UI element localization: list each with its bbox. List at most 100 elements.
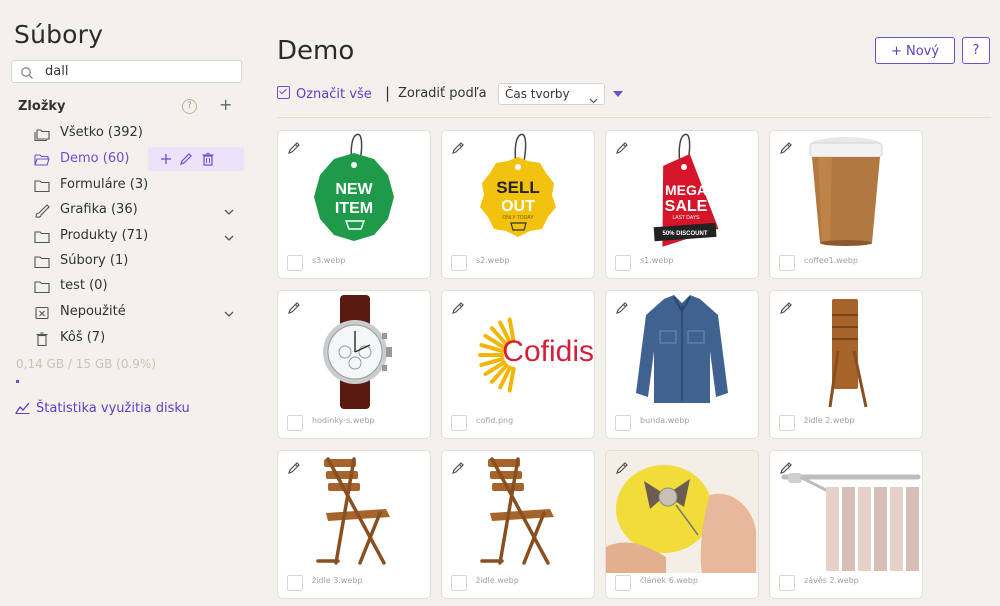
- sort-select[interactable]: Čas tvorby: [498, 83, 605, 105]
- thumb-text: 50% DISCOUNT: [662, 231, 707, 237]
- folder-item[interactable]: Súbory (1): [34, 249, 244, 273]
- thumb-text: Cofidis: [502, 335, 594, 368]
- folder-item[interactable]: test (0): [34, 274, 244, 298]
- folder-label: Formuláre (3): [60, 177, 149, 192]
- file-name: článek 6.webp: [640, 576, 698, 585]
- folders-label: Zložky: [18, 99, 66, 114]
- search-input[interactable]: [45, 63, 235, 80]
- chevron-down-icon[interactable]: [223, 229, 235, 241]
- file-card[interactable]: židle 2.webp: [769, 290, 923, 439]
- file-card[interactable]: hodinky-s.webp: [277, 290, 431, 439]
- trash-icon: [34, 331, 50, 347]
- toolbar: Označit vše | Zoradiť podľa Čas tvorby: [277, 83, 977, 106]
- folder-item[interactable]: Demo (60): [34, 147, 244, 171]
- folder-icon: [34, 279, 50, 294]
- pencil-icon[interactable]: [451, 460, 465, 474]
- file-checkbox[interactable]: [615, 255, 631, 271]
- file-card[interactable]: coffee1.webp: [769, 130, 923, 279]
- pencil-icon[interactable]: [615, 460, 629, 474]
- file-checkbox[interactable]: [779, 415, 795, 431]
- file-checkbox[interactable]: [451, 255, 467, 271]
- thumb-text: NEW: [335, 181, 373, 198]
- pencil-icon[interactable]: [451, 300, 465, 314]
- file-name: hodinky-s.webp: [312, 416, 375, 425]
- disk-stats-label: Štatistika využitia disku: [36, 401, 190, 416]
- select-all-label: Označit vše: [296, 87, 372, 102]
- add-folder-button[interactable]: +: [219, 95, 232, 114]
- disk-usage-text: 0,14 GB / 15 GB (0.9%): [16, 357, 157, 371]
- pencil-icon[interactable]: [287, 300, 301, 314]
- folder-item[interactable]: Kôš (7): [34, 326, 244, 350]
- file-checkbox[interactable]: [451, 415, 467, 431]
- separator: |: [385, 84, 391, 102]
- sort-label: Zoradiť podľa: [398, 86, 487, 101]
- folder-label: Všetko (392): [60, 125, 143, 140]
- folder-item[interactable]: Všetko (392): [34, 121, 244, 145]
- folder-item[interactable]: Formuláre (3): [34, 173, 244, 197]
- sort-value: Čas tvorby: [505, 87, 570, 101]
- folder-item[interactable]: Grafika (36): [34, 198, 244, 222]
- file-name: cofid.png: [476, 416, 514, 425]
- pencil-icon[interactable]: [287, 460, 301, 474]
- folder-icon: [34, 229, 50, 244]
- pencil-icon[interactable]: [287, 140, 301, 154]
- file-card[interactable]: židle 3.webp: [277, 450, 431, 599]
- file-name: bunda.webp: [640, 416, 690, 425]
- thumb-text: ITEM: [335, 200, 373, 217]
- file-card[interactable]: bunda.webp: [605, 290, 759, 439]
- new-button[interactable]: + Nový: [875, 37, 955, 64]
- file-name: židle 2.webp: [804, 416, 855, 425]
- file-name: s3.webp: [312, 256, 346, 265]
- folder-label: Súbory (1): [60, 253, 129, 268]
- file-checkbox[interactable]: [287, 255, 303, 271]
- folder-label: Demo (60): [60, 151, 130, 166]
- checkbox-icon: [277, 86, 290, 99]
- chevron-down-icon[interactable]: [223, 305, 235, 317]
- pencil-icon[interactable]: [615, 140, 629, 154]
- folder-icon: [34, 254, 50, 269]
- file-card[interactable]: Cofidis cofid.png: [441, 290, 595, 439]
- folder-icon: [34, 178, 50, 193]
- file-card[interactable]: článek 6.webp: [605, 450, 759, 599]
- select-all-button[interactable]: Označit vše: [277, 86, 372, 102]
- folder-label: Nepoužité: [60, 304, 126, 319]
- pencil-icon[interactable]: [615, 300, 629, 314]
- file-checkbox[interactable]: [451, 575, 467, 591]
- thumb-text: LAST DAYS: [672, 215, 700, 221]
- search-box[interactable]: [11, 60, 242, 83]
- help-icon[interactable]: ?: [182, 99, 197, 114]
- file-name: židle 3.webp: [312, 576, 363, 585]
- folder-item[interactable]: Produkty (71): [34, 224, 244, 248]
- file-checkbox[interactable]: [779, 255, 795, 271]
- thumb-text: SELL: [496, 178, 539, 197]
- file-card[interactable]: MEGA SALE LAST DAYS 50% DISCOUNT s1.webp: [605, 130, 759, 279]
- thumb-text: OUT: [501, 198, 535, 215]
- thumb-text: SALE: [665, 198, 708, 215]
- brush-icon: [34, 203, 50, 218]
- sort-direction-icon[interactable]: [613, 91, 623, 97]
- file-checkbox[interactable]: [287, 415, 303, 431]
- divider: [277, 117, 991, 118]
- pencil-icon[interactable]: [779, 140, 793, 154]
- file-checkbox[interactable]: [615, 415, 631, 431]
- pencil-icon[interactable]: [779, 460, 793, 474]
- pencil-icon[interactable]: [451, 140, 465, 154]
- file-card[interactable]: židle.webp: [441, 450, 595, 599]
- help-button[interactable]: ?: [962, 37, 990, 64]
- file-card[interactable]: NEW ITEM s3.webp: [277, 130, 431, 279]
- thumb-text: ONLY TODAY: [502, 215, 534, 221]
- pencil-icon[interactable]: [779, 300, 793, 314]
- folder-item[interactable]: Nepoužité: [34, 300, 244, 324]
- file-card[interactable]: závěs 2.webp: [769, 450, 923, 599]
- file-checkbox[interactable]: [779, 575, 795, 591]
- chevron-down-icon[interactable]: [223, 203, 235, 215]
- folder-label: Grafika (36): [60, 202, 138, 217]
- search-icon: [20, 65, 34, 79]
- folder-label: Kôš (7): [60, 330, 106, 345]
- disk-stats-link[interactable]: Štatistika využitia disku: [15, 401, 190, 416]
- folders-icon: [34, 126, 50, 142]
- file-checkbox[interactable]: [615, 575, 631, 591]
- unused-icon: [34, 305, 50, 320]
- file-card[interactable]: SELL OUT ONLY TODAY s2.webp: [441, 130, 595, 279]
- file-checkbox[interactable]: [287, 575, 303, 591]
